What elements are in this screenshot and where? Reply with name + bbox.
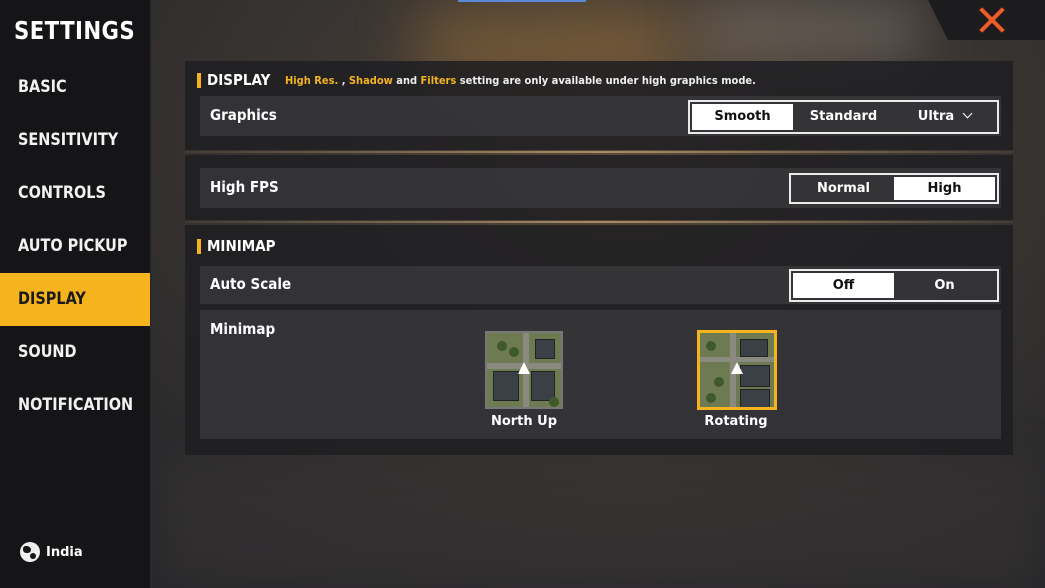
section-header: MINIMAP — [197, 237, 283, 255]
divider — [185, 151, 1013, 153]
minimap-label: Minimap — [210, 320, 276, 338]
sidebar-item-notification[interactable]: NOTIFICATION — [0, 379, 150, 432]
sidebar-item-label: NOTIFICATION — [18, 395, 134, 415]
graphics-option-label: Ultra — [917, 109, 955, 124]
auto-scale-label: Auto Scale — [210, 275, 292, 293]
graphics-row: Graphics Smooth Standard Ultra — [200, 96, 1001, 136]
note-highlight-filters: Filters — [420, 73, 457, 87]
player-arrow-icon — [518, 362, 530, 374]
divider — [185, 221, 1013, 223]
sidebar-item-label: SENSITIVITY — [18, 130, 119, 150]
minimap-mode-label: Rotating — [704, 414, 768, 429]
note-highlight-high-res: High Res. — [285, 73, 339, 87]
high-fps-label: High FPS — [210, 178, 279, 196]
section-header: DISPLAY High Res. , Shadow and Filters s… — [197, 71, 809, 89]
sidebar-item-label: CONTROLS — [18, 183, 106, 203]
auto-scale-selector: Off On — [789, 269, 999, 302]
sidebar-item-label: BASIC — [18, 77, 67, 97]
minimap-row: Minimap North Up Rotating — [200, 310, 1001, 439]
note-separator: , — [338, 73, 350, 87]
graphics-label: Graphics — [210, 106, 277, 124]
note-text: setting are only available under high gr… — [456, 73, 757, 87]
section-title: DISPLAY — [207, 71, 271, 89]
display-section: DISPLAY High Res. , Shadow and Filters s… — [185, 61, 1013, 150]
sidebar-item-sound[interactable]: SOUND — [0, 326, 150, 379]
section-accent-bar — [197, 72, 201, 88]
graphics-option-ultra[interactable]: Ultra — [894, 104, 995, 130]
sidebar-item-display[interactable]: DISPLAY — [0, 273, 150, 326]
page-title: SETTINGS — [14, 16, 136, 45]
chevron-down-icon — [962, 108, 973, 119]
display-note: High Res. , Shadow and Filters setting a… — [285, 74, 756, 87]
sidebar-item-sensitivity[interactable]: SENSITIVITY — [0, 114, 150, 167]
auto-scale-option-off[interactable]: Off — [793, 273, 894, 298]
fps-option-normal[interactable]: Normal — [793, 177, 894, 200]
fps-section: High FPS Normal High — [185, 155, 1013, 220]
fps-option-high[interactable]: High — [894, 177, 995, 200]
minimap-rotating-thumbnail[interactable] — [697, 330, 777, 410]
note-separator: and — [393, 73, 421, 87]
globe-icon — [20, 542, 40, 562]
sidebar-nav: BASIC SENSITIVITY CONTROLS AUTO PICKUP D… — [0, 61, 150, 432]
sidebar-item-label: SOUND — [18, 342, 77, 362]
sidebar-item-label: AUTO PICKUP — [18, 236, 128, 256]
region-selector[interactable]: India — [20, 542, 83, 562]
auto-scale-option-on[interactable]: On — [894, 273, 995, 298]
section-title: MINIMAP — [207, 237, 276, 255]
high-fps-selector: Normal High — [789, 173, 999, 204]
sidebar-item-auto-pickup[interactable]: AUTO PICKUP — [0, 220, 150, 273]
section-accent-bar — [197, 238, 201, 254]
minimap-north-up-thumbnail[interactable] — [485, 331, 563, 409]
graphics-option-standard[interactable]: Standard — [793, 104, 894, 130]
close-icon[interactable] — [978, 6, 1006, 34]
graphics-option-smooth[interactable]: Smooth — [692, 104, 793, 130]
minimap-section: MINIMAP Auto Scale Off On Minimap North … — [185, 225, 1013, 455]
sidebar-item-basic[interactable]: BASIC — [0, 61, 150, 114]
sidebar-item-controls[interactable]: CONTROLS — [0, 167, 150, 220]
region-label: India — [46, 544, 83, 560]
graphics-selector: Smooth Standard Ultra — [688, 100, 999, 134]
player-arrow-icon — [731, 362, 743, 374]
high-fps-row: High FPS Normal High — [200, 168, 1001, 208]
sidebar-item-label: DISPLAY — [18, 289, 86, 309]
sidebar: SETTINGS BASIC SENSITIVITY CONTROLS AUTO… — [0, 0, 152, 588]
minimap-mode-label: North Up — [490, 414, 558, 429]
note-highlight-shadow: Shadow — [349, 73, 394, 87]
auto-scale-row: Auto Scale Off On — [200, 266, 1001, 304]
top-indicator — [458, 0, 586, 2]
